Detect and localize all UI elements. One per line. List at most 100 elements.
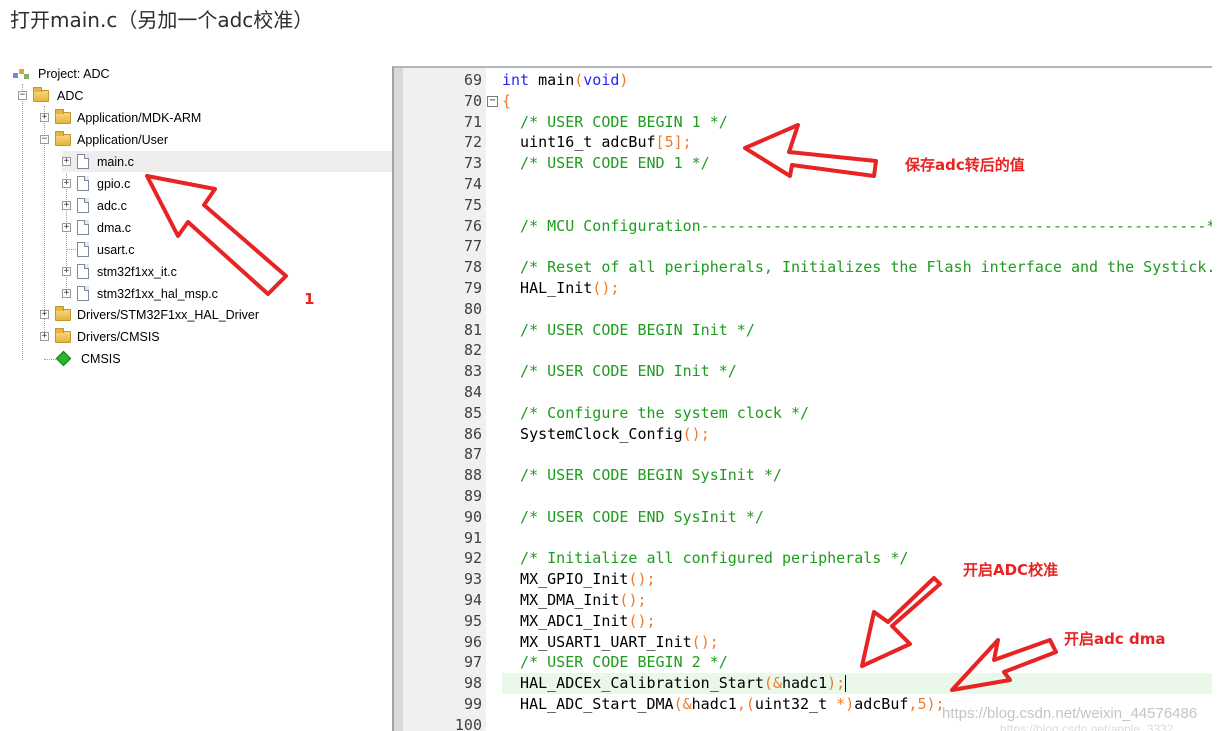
code-line[interactable]: 70−{ [394,91,1212,112]
code-line[interactable]: 80 [394,299,1212,320]
code-line[interactable]: 77 [394,236,1212,257]
fold-collapse-icon[interactable]: − [487,95,498,107]
project-icon [13,68,29,79]
code-line[interactable]: 90 /* USER CODE END SysInit */ [394,507,1212,528]
code-text[interactable]: /* Reset of all peripherals, Initializes… [502,257,1212,278]
line-number: 94 [463,591,482,609]
line-number: 91 [463,528,482,547]
code-line[interactable]: 69 int main(void) [394,70,1212,91]
annotation-label-dma: 开启adc dma [1064,630,1166,648]
tree-group-hal-driver[interactable]: + Drivers/STM32F1xx_HAL_Driver [40,304,259,325]
line-number: 98 [463,674,482,693]
code-line[interactable]: 72 uint16_t adcBuf[5]; [394,132,1212,153]
annotation-label-1: 1 [304,290,315,308]
code-line[interactable]: 74 [394,174,1212,195]
tree-file-usart-c[interactable]: usart.c [62,239,135,260]
tree-group-mdk-arm[interactable]: + Application/MDK-ARM [40,107,201,128]
tree-file-adc-c[interactable]: + adc.c [62,195,127,216]
code-line[interactable]: 85 /* Configure the system clock */ [394,403,1212,424]
expand-icon[interactable]: + [40,113,49,122]
code-text[interactable] [502,528,1212,549]
code-line[interactable]: 73 /* USER CODE END 1 */ [394,153,1212,174]
tree-file-label: usart.c [97,242,135,257]
code-text[interactable]: int main(void) [502,70,1212,91]
code-line[interactable]: 76 /* MCU Configuration-----------------… [394,216,1212,237]
tree-file-dma-c[interactable]: + dma.c [62,217,131,238]
tree-file-it-c[interactable]: + stm32f1xx_it.c [62,261,177,282]
code-text[interactable]: /* USER CODE BEGIN 2 */ [502,652,1212,673]
code-text[interactable]: SystemClock_Config(); [502,424,1212,445]
annotation-label-calibration: 开启ADC校准 [963,561,1059,579]
code-text[interactable] [502,444,1212,465]
code-text[interactable] [502,486,1212,507]
tree-group-cmsis[interactable]: + Drivers/CMSIS [40,326,160,347]
tree-file-gpio-c[interactable]: + gpio.c [62,173,130,194]
code-text[interactable]: /* USER CODE BEGIN 1 */ [502,112,1212,133]
expand-icon[interactable]: + [62,179,71,188]
tree-target-adc[interactable]: − ADC [18,85,83,106]
code-line[interactable]: 87 [394,444,1212,465]
code-text[interactable]: /* USER CODE END 1 */ [502,153,1212,174]
code-line[interactable]: 83 /* USER CODE END Init */ [394,361,1212,382]
code-text[interactable]: /* Configure the system clock */ [502,403,1212,424]
code-text[interactable]: HAL_ADCEx_Calibration_Start(&hadc1); [502,673,1212,695]
code-line[interactable]: 78 /* Reset of all peripherals, Initiali… [394,257,1212,278]
expand-icon[interactable]: + [62,223,71,232]
collapse-icon[interactable]: − [18,91,27,100]
component-diamond-icon [55,350,72,367]
code-line[interactable]: 98 HAL_ADCEx_Calibration_Start(&hadc1); [394,673,1212,695]
expand-icon[interactable]: + [40,310,49,319]
code-line[interactable]: 88 /* USER CODE BEGIN SysInit */ [394,465,1212,486]
expand-icon[interactable]: + [62,157,71,166]
code-text[interactable] [502,195,1212,216]
code-line[interactable]: 75 [394,195,1212,216]
tree-project-root[interactable]: Project: ADC [12,63,110,84]
code-line[interactable]: 86 SystemClock_Config(); [394,424,1212,445]
code-line[interactable]: 82 [394,340,1212,361]
code-text[interactable]: uint16_t adcBuf[5]; [502,132,1212,153]
code-text[interactable]: /* USER CODE END SysInit */ [502,507,1212,528]
code-text[interactable]: /* Initialize all configured peripherals… [502,548,1212,569]
code-line[interactable]: 97 /* USER CODE BEGIN 2 */ [394,652,1212,673]
tree-file-main-c[interactable]: + main.c [62,151,392,172]
expand-icon[interactable]: + [62,267,71,276]
code-text[interactable]: MX_DMA_Init(); [502,590,1212,611]
code-line[interactable]: 92 /* Initialize all configured peripher… [394,548,1212,569]
code-text[interactable]: MX_GPIO_Init(); [502,569,1212,590]
line-number: 80 [463,299,482,318]
code-line[interactable]: 79 HAL_Init(); [394,278,1212,299]
code-text[interactable] [502,299,1212,320]
code-line[interactable]: 81 /* USER CODE BEGIN Init */ [394,320,1212,341]
code-text[interactable]: /* USER CODE BEGIN Init */ [502,320,1212,341]
line-number: 71 [463,112,482,131]
line-number: 79 [463,279,482,297]
tree-file-hal-msp-c[interactable]: + stm32f1xx_hal_msp.c [62,283,218,304]
text-caret [845,675,847,693]
tree-cmsis-component[interactable]: CMSIS [54,348,121,369]
code-line[interactable]: 93 MX_GPIO_Init(); [394,569,1212,590]
code-text[interactable] [502,236,1212,257]
collapse-icon[interactable]: − [40,135,49,144]
code-text[interactable]: /* USER CODE BEGIN SysInit */ [502,465,1212,486]
annotation-label-save: 保存adc转后的值 [905,156,1025,174]
tree-group-app-user[interactable]: − Application/User [40,129,168,150]
file-icon [77,154,89,169]
code-text[interactable] [502,174,1212,195]
code-text[interactable]: /* MCU Configuration--------------------… [502,216,1212,237]
expand-icon[interactable]: + [62,201,71,210]
file-icon [77,242,89,257]
expand-icon[interactable]: + [62,289,71,298]
code-text[interactable]: { [502,91,1212,112]
code-text[interactable] [502,382,1212,403]
code-text[interactable]: /* USER CODE END Init */ [502,361,1212,382]
code-line[interactable]: 71 /* USER CODE BEGIN 1 */ [394,112,1212,133]
code-text[interactable] [502,340,1212,361]
tree-project-label: Project: ADC [38,66,110,81]
code-line[interactable]: 91 [394,528,1212,549]
code-line[interactable]: 94 MX_DMA_Init(); [394,590,1212,611]
expand-icon[interactable]: + [40,332,49,341]
code-line[interactable]: 84 [394,382,1212,403]
code-line[interactable]: 89 [394,486,1212,507]
code-text[interactable]: HAL_Init(); [502,278,1212,299]
project-tree: Project: ADC − ADC + Application/MDK-ARM… [0,62,392,731]
